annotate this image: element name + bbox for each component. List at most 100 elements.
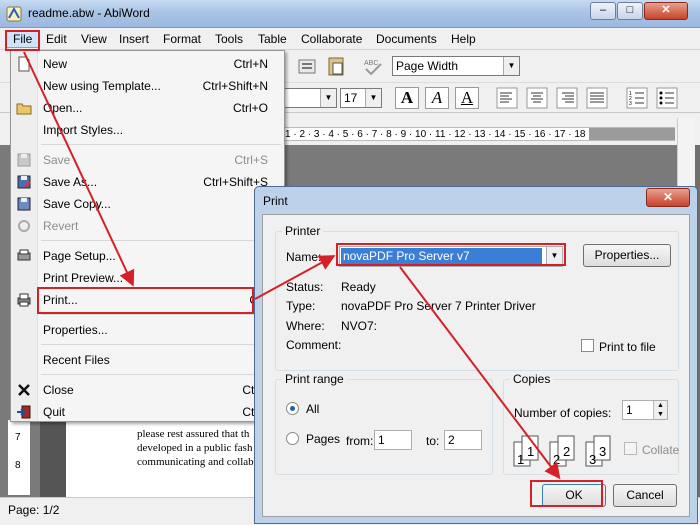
menu-item-label: Revert — [43, 219, 79, 233]
format-painter-icon[interactable] — [296, 55, 318, 77]
menu-item-label: Properties... — [43, 323, 108, 337]
highlight-ok-button — [530, 480, 603, 507]
menu-bar: File Edit View Insert Format Tools Table… — [0, 28, 700, 50]
menu-item-label: Open... — [43, 101, 83, 115]
menu-documents[interactable]: Documents — [376, 32, 437, 46]
ruler-scale[interactable]: 1 · 2 · 3 · 4 · 5 · 6 · 7 · 8 · 9 · 10 ·… — [285, 127, 675, 141]
to-page-input[interactable]: 2 — [444, 430, 482, 450]
dialog-close-button[interactable]: ✕ — [646, 188, 690, 207]
menu-item-save[interactable]: Save Ctrl+S — [11, 149, 284, 171]
vertical-ruler: 7 8 — [8, 420, 30, 495]
chevron-down-icon[interactable]: ▼ — [365, 89, 381, 107]
minimize-button[interactable]: ‒ — [590, 2, 616, 20]
menu-item-properties[interactable]: Properties... — [11, 319, 284, 341]
document-text-line: please rest assured that th — [137, 428, 250, 440]
copies-label: Number of copies: — [514, 406, 612, 420]
bold-button[interactable]: A — [395, 87, 419, 109]
new-document-icon — [18, 56, 30, 72]
close-button[interactable]: ✕ — [644, 2, 688, 20]
menu-item-shortcut: Ctrl+Shift+N — [202, 79, 268, 93]
quit-door-icon — [17, 405, 31, 419]
print-to-file-checkbox[interactable] — [581, 339, 594, 352]
chevron-down-icon[interactable]: ▼ — [503, 57, 519, 75]
align-center-icon[interactable] — [526, 87, 548, 109]
name-label: Name: — [286, 250, 322, 264]
menu-help[interactable]: Help — [451, 32, 476, 46]
print-range-group-title: Print range — [282, 372, 347, 386]
menu-item-print-preview[interactable]: Print Preview... — [11, 267, 284, 289]
menu-item-recent-files[interactable]: Recent Files — [11, 349, 284, 371]
font-select[interactable]: ▼ — [285, 88, 337, 108]
from-label: from: — [346, 434, 374, 448]
underline-button[interactable]: A — [455, 87, 479, 109]
menu-item-new[interactable]: New Ctrl+N — [11, 53, 284, 75]
menu-separator — [41, 240, 281, 241]
cancel-button[interactable]: Cancel — [613, 484, 677, 507]
collate-digit: 2 — [553, 452, 560, 467]
font-size-value: 17 — [344, 91, 358, 105]
svg-text:ABC: ABC — [364, 60, 378, 67]
save-copy-icon — [17, 197, 31, 211]
align-justify-icon[interactable] — [586, 87, 608, 109]
print-to-file-label: Print to file — [599, 340, 656, 354]
document-page[interactable]: please rest assured that th developed in… — [40, 413, 280, 498]
collate-checkbox[interactable] — [624, 442, 637, 455]
print-dialog: Print ✕ Printer Name: novaPDF Pro Server… — [254, 186, 698, 524]
menu-item-shortcut: Ctrl+O — [232, 101, 268, 115]
menu-item-shortcut: Ctrl+N — [233, 57, 268, 71]
menu-insert[interactable]: Insert — [119, 32, 149, 46]
menu-item-open[interactable]: Open... Ctrl+O — [11, 97, 284, 119]
menu-format[interactable]: Format — [163, 32, 201, 46]
menu-item-page-setup[interactable]: Page Setup... — [11, 245, 284, 267]
menu-item-import-styles[interactable]: Import Styles... — [11, 119, 284, 141]
menu-item-label: Close — [43, 383, 74, 397]
menu-item-save-as[interactable]: Save As... Ctrl+Shift+S — [11, 171, 284, 193]
abiword-app-icon — [6, 6, 22, 22]
range-pages-radio[interactable] — [286, 432, 299, 445]
status-value: Ready — [341, 280, 376, 294]
menu-item-label: Quit — [43, 405, 66, 419]
copies-group-title: Copies — [510, 372, 554, 386]
menu-tools[interactable]: Tools — [215, 32, 243, 46]
from-page-input[interactable]: 1 — [374, 430, 412, 450]
paste-icon[interactable] — [325, 55, 347, 77]
collate-label: Collate — [642, 443, 680, 457]
spinner-arrows-icon[interactable]: ▲ ▼ — [653, 401, 667, 419]
zoom-select[interactable]: Page Width ▼ — [392, 56, 520, 76]
range-pages-label: Pages — [306, 432, 341, 446]
collate-digit: 1 — [517, 452, 524, 467]
menu-collaborate[interactable]: Collaborate — [301, 32, 362, 46]
ruler-mark: 8 — [15, 460, 21, 471]
menu-item-label: Save As... — [43, 175, 98, 189]
menu-item-quit[interactable]: Quit Ctrl+ — [11, 401, 284, 423]
align-left-icon[interactable] — [496, 87, 518, 109]
menu-edit[interactable]: Edit — [46, 32, 67, 46]
menu-separator — [41, 374, 281, 375]
range-all-radio[interactable] — [286, 402, 299, 415]
menu-item-label: Print Preview... — [43, 271, 124, 285]
menu-item-revert[interactable]: Revert — [11, 215, 284, 237]
menu-item-close[interactable]: Close Ctrl+ — [11, 379, 284, 401]
print-dialog-title: Print — [263, 194, 288, 208]
menu-view[interactable]: View — [81, 32, 107, 46]
menu-item-label: Save Copy... — [43, 197, 111, 211]
menu-item-label: New — [43, 57, 68, 71]
status-label: Status: — [286, 280, 324, 294]
properties-button[interactable]: Properties... — [583, 244, 671, 267]
align-right-icon[interactable] — [556, 87, 578, 109]
page-margin-shade — [40, 413, 66, 498]
menu-table[interactable]: Table — [258, 32, 287, 46]
spellcheck-icon[interactable]: ABC — [362, 55, 384, 77]
ruler-margin — [589, 128, 675, 140]
menu-item-save-copy[interactable]: Save Copy... — [11, 193, 284, 215]
page-setup-icon — [17, 249, 31, 261]
font-size-select[interactable]: 17 ▼ — [340, 88, 382, 108]
menu-item-new-template[interactable]: New using Template... Ctrl+Shift+N — [11, 75, 284, 97]
chevron-down-icon[interactable]: ▼ — [320, 89, 336, 107]
save-disk-icon — [17, 153, 31, 167]
numbered-list-icon[interactable]: 123 — [626, 87, 648, 109]
bullet-list-icon[interactable] — [656, 87, 678, 109]
copies-spinner[interactable]: 1 ▲ ▼ — [622, 400, 668, 420]
italic-button[interactable]: A — [425, 87, 449, 109]
maximize-button[interactable]: □ — [617, 2, 643, 20]
